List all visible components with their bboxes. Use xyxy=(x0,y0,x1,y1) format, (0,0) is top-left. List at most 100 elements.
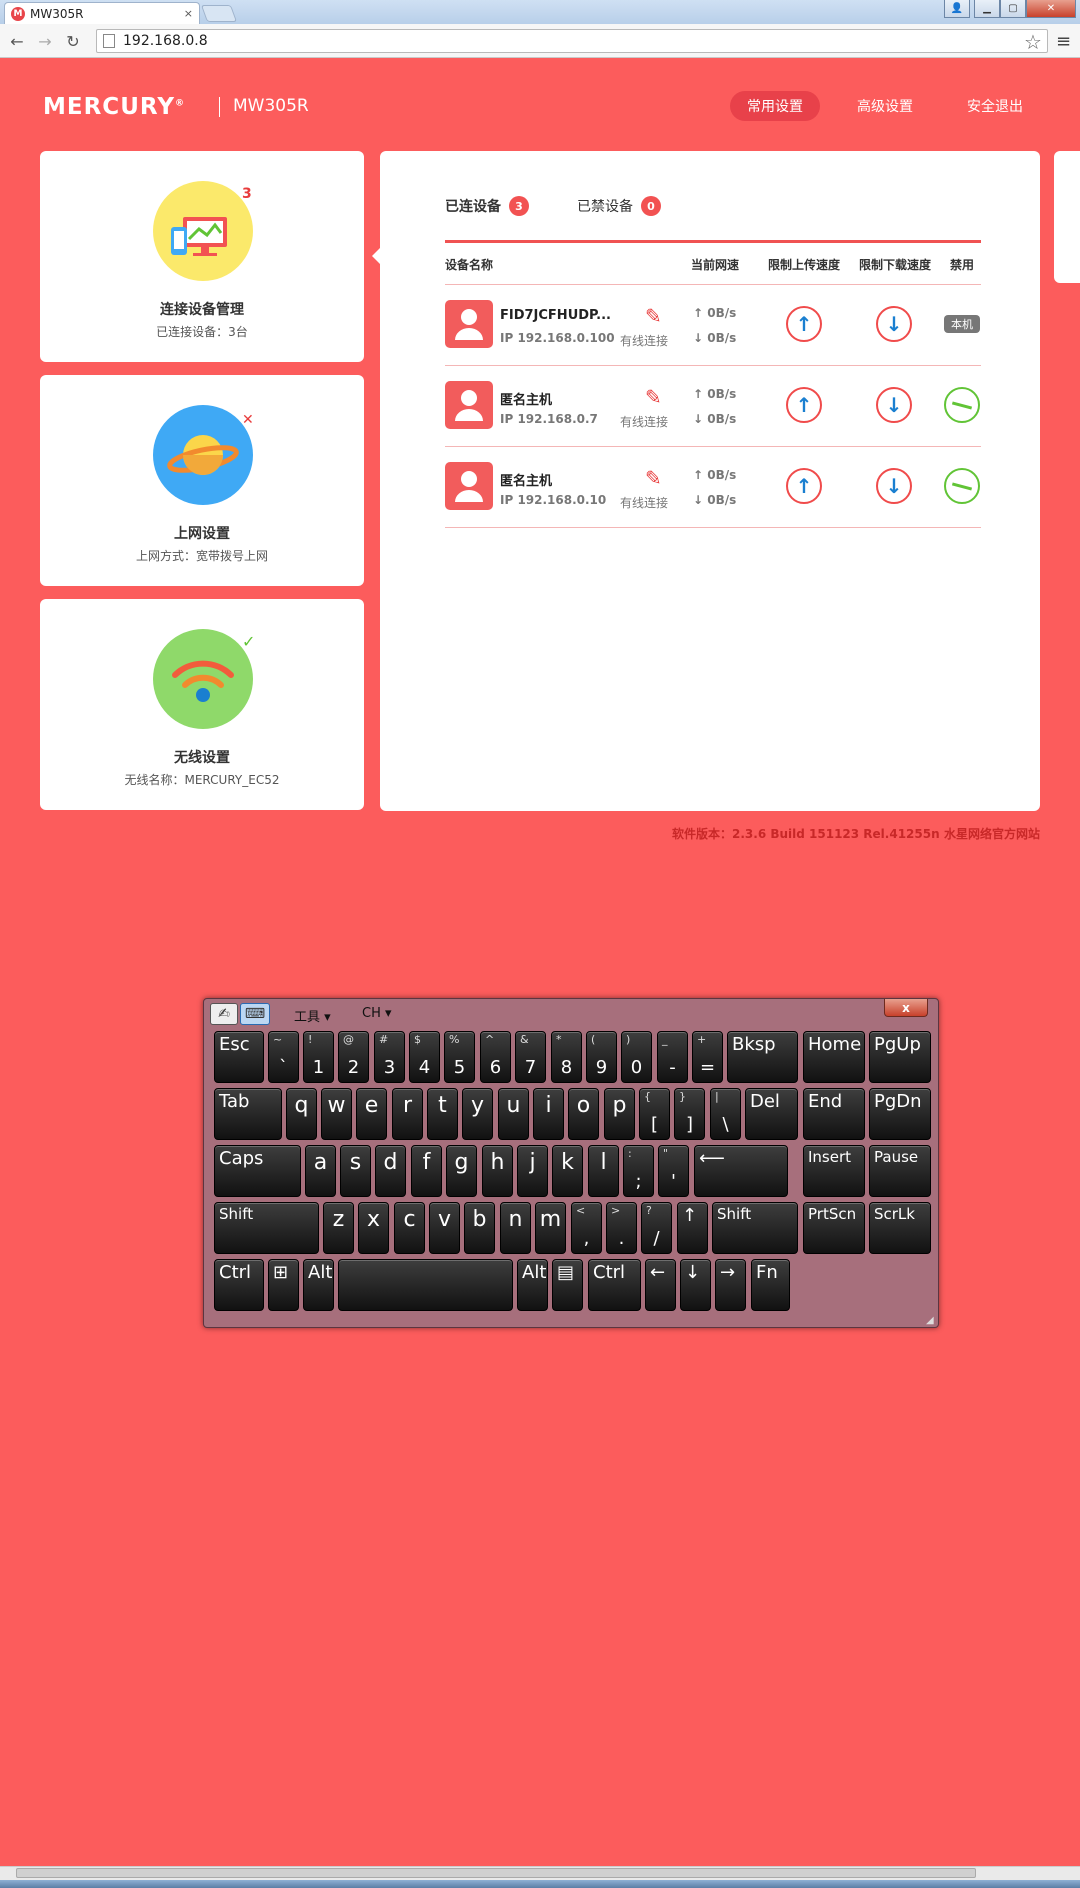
edit-icon[interactable]: ✎ xyxy=(645,385,662,409)
close-window-button[interactable]: ✕ xyxy=(1026,0,1076,18)
key-symbol[interactable]: }] xyxy=(674,1088,705,1140)
key-r[interactable]: r xyxy=(392,1088,423,1140)
key-e[interactable]: e xyxy=(356,1088,387,1140)
card-wireless-settings[interactable]: ✓ 无线设置 无线名称：MERCURY_EC52 xyxy=(40,599,364,810)
key-symbol[interactable]: {[ xyxy=(639,1088,670,1140)
key-symbol[interactable]: ⟵ xyxy=(694,1145,788,1197)
key-pgdn[interactable]: PgDn xyxy=(869,1088,931,1140)
key-fn[interactable]: Fn xyxy=(751,1259,790,1311)
key-6[interactable]: ^ 6 xyxy=(480,1031,511,1083)
key-d[interactable]: d xyxy=(375,1145,406,1197)
disable-device-button[interactable] xyxy=(944,387,980,423)
limit-upload-button[interactable]: ↑ xyxy=(786,387,822,423)
key-i[interactable]: i xyxy=(533,1088,564,1140)
key-1[interactable]: ! 1 xyxy=(303,1031,334,1083)
key-symbol[interactable]: ↑ xyxy=(677,1202,708,1254)
key-t[interactable]: t xyxy=(427,1088,458,1140)
key-o[interactable]: o xyxy=(568,1088,599,1140)
tab-connected-devices[interactable]: 已连设备 3 xyxy=(445,196,529,216)
limit-download-button[interactable]: ↓ xyxy=(876,468,912,504)
key-pause[interactable]: Pause xyxy=(869,1145,931,1197)
key-w[interactable]: w xyxy=(321,1088,352,1140)
key-9[interactable]: (9 xyxy=(586,1031,617,1083)
key-caps[interactable]: Caps xyxy=(214,1145,301,1197)
key-symbol[interactable]: :; xyxy=(623,1145,654,1197)
key-8[interactable]: * 8 xyxy=(551,1031,582,1083)
key-scrlk[interactable]: ScrLk xyxy=(869,1202,931,1254)
key-space[interactable] xyxy=(338,1259,513,1311)
key-f[interactable]: f xyxy=(411,1145,442,1197)
card-connected-devices[interactable]: 3 连接设备管理 已连接设备：3台 xyxy=(40,151,364,362)
key-symbol[interactable]: " ' xyxy=(658,1145,689,1197)
key-symbol[interactable]: >. xyxy=(606,1202,637,1254)
browser-menu-icon[interactable]: ≡ xyxy=(1056,31,1071,52)
key-z[interactable]: z xyxy=(323,1202,354,1254)
official-site-link[interactable]: 水星网络官方网站 xyxy=(944,825,1040,842)
side-qr-panel[interactable] xyxy=(1054,151,1080,283)
nav-common-settings[interactable]: 常用设置 xyxy=(730,91,820,121)
maximize-button[interactable]: ▢ xyxy=(1000,0,1026,18)
key-s[interactable]: s xyxy=(340,1145,371,1197)
address-bar[interactable]: 192.168.0.8 xyxy=(96,29,1048,53)
key-a[interactable]: a xyxy=(305,1145,336,1197)
key-3[interactable]: #3 xyxy=(374,1031,405,1083)
key-5[interactable]: % 5 xyxy=(444,1031,475,1083)
key-end[interactable]: End xyxy=(803,1088,865,1140)
edit-icon[interactable]: ✎ xyxy=(645,304,662,328)
key-h[interactable]: h xyxy=(482,1145,513,1197)
reload-icon[interactable]: ↻ xyxy=(62,30,84,52)
tab-close-icon[interactable]: × xyxy=(184,7,193,20)
limit-download-button[interactable]: ↓ xyxy=(876,306,912,342)
key-tab[interactable]: Tab xyxy=(214,1088,282,1140)
key-7[interactable]: & 7 xyxy=(515,1031,546,1083)
limit-upload-button[interactable]: ↑ xyxy=(786,306,822,342)
key-pgup[interactable]: PgUp xyxy=(869,1031,931,1083)
nav-logout[interactable]: 安全退出 xyxy=(950,91,1040,121)
bookmark-star-icon[interactable]: ☆ xyxy=(1024,30,1042,54)
back-icon[interactable]: ← xyxy=(6,30,28,52)
key-y[interactable]: y xyxy=(462,1088,493,1140)
key-alt[interactable]: Alt xyxy=(303,1259,334,1311)
key-insert[interactable]: Insert xyxy=(803,1145,865,1197)
key-del[interactable]: Del xyxy=(745,1088,798,1140)
key-symbol[interactable]: ← xyxy=(645,1259,676,1311)
key-shift[interactable]: Shift xyxy=(712,1202,798,1254)
scrollbar-thumb[interactable] xyxy=(16,1868,976,1878)
key-symbol[interactable]: ~ ` xyxy=(268,1031,299,1083)
disable-device-button[interactable] xyxy=(944,468,980,504)
key-g[interactable]: g xyxy=(446,1145,477,1197)
minimize-button[interactable]: ▁ xyxy=(974,0,1000,18)
key-symbol[interactable]: ▤ xyxy=(552,1259,583,1311)
key-u[interactable]: u xyxy=(498,1088,529,1140)
key-symbol[interactable]: + = xyxy=(692,1031,723,1083)
key-symbol[interactable]: → xyxy=(715,1259,746,1311)
key-k[interactable]: k xyxy=(552,1145,583,1197)
browser-tab[interactable]: M MW305R × xyxy=(4,2,200,24)
key-ctrl[interactable]: Ctrl xyxy=(588,1259,641,1311)
key-symbol[interactable]: <, xyxy=(571,1202,602,1254)
key-0[interactable]: ) 0 xyxy=(621,1031,652,1083)
key-symbol[interactable]: ↓ xyxy=(680,1259,711,1311)
limit-upload-button[interactable]: ↑ xyxy=(786,468,822,504)
key-v[interactable]: v xyxy=(429,1202,460,1254)
key-b[interactable]: b xyxy=(464,1202,495,1254)
key-x[interactable]: x xyxy=(358,1202,389,1254)
new-tab-button[interactable] xyxy=(200,5,238,22)
nav-advanced-settings[interactable]: 高级设置 xyxy=(840,91,930,121)
tab-blocked-devices[interactable]: 已禁设备 0 xyxy=(577,196,661,216)
key-ctrl[interactable]: Ctrl xyxy=(214,1259,264,1311)
key-symbol[interactable]: | \ xyxy=(710,1088,741,1140)
user-icon[interactable]: 👤 xyxy=(944,0,970,18)
key-p[interactable]: p xyxy=(604,1088,635,1140)
key-4[interactable]: $4 xyxy=(409,1031,440,1083)
limit-download-button[interactable]: ↓ xyxy=(876,387,912,423)
key-bksp[interactable]: Bksp xyxy=(727,1031,798,1083)
key-symbol[interactable]: ⊞ xyxy=(268,1259,299,1311)
key-alt[interactable]: Alt xyxy=(517,1259,548,1311)
key-home[interactable]: Home xyxy=(803,1031,865,1083)
resize-grip-icon[interactable]: ◢ xyxy=(926,1315,934,1326)
key-m[interactable]: m xyxy=(535,1202,566,1254)
key-prtscn[interactable]: PrtScn xyxy=(803,1202,865,1254)
forward-icon[interactable]: → xyxy=(34,30,56,52)
key-shift[interactable]: Shift xyxy=(214,1202,319,1254)
